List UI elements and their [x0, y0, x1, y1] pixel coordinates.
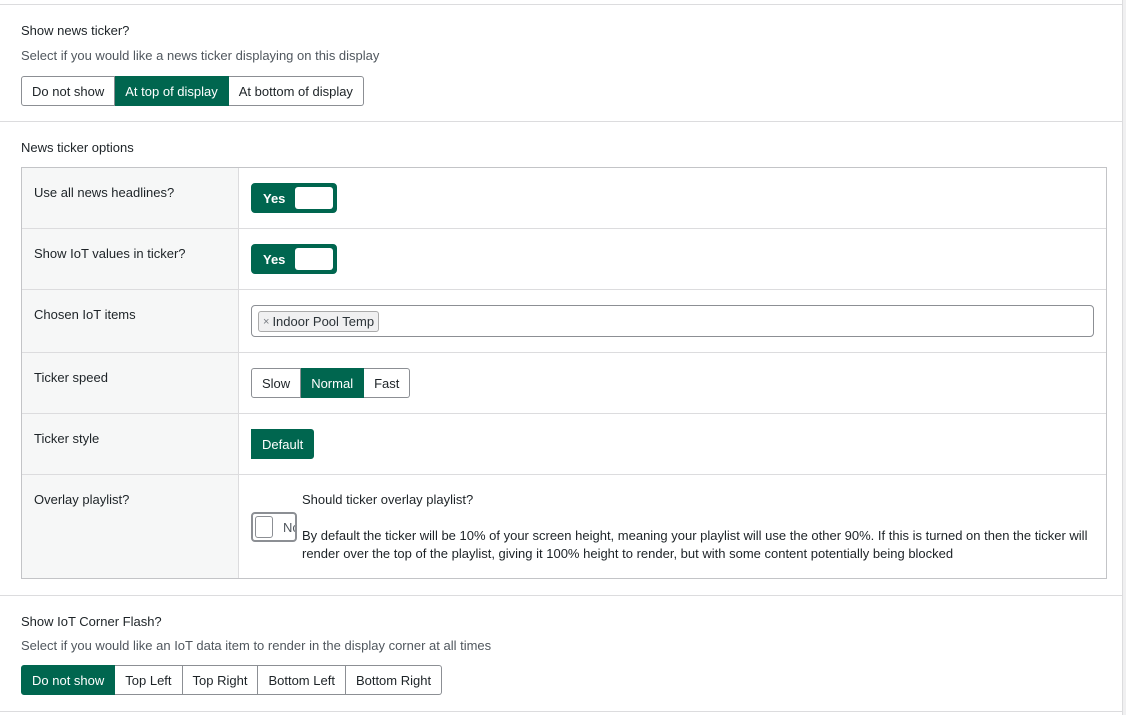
option-row-overlay-playlist: Overlay playlist? Nc Should ticker overl… [22, 475, 1106, 578]
section-divider [0, 595, 1123, 596]
ticker-speed-slow[interactable]: Slow [251, 368, 302, 398]
ticker-speed-group: Slow Normal Fast [251, 368, 411, 398]
option-row-show-iot-values: Show IoT values in ticker? Yes [22, 229, 1106, 290]
corner-flash-option-bottom-left[interactable]: Bottom Left [258, 665, 346, 695]
news-ticker-title: Show news ticker? [21, 23, 130, 38]
corner-flash-title: Show IoT Corner Flash? [21, 614, 162, 629]
corner-flash-option-top-right[interactable]: Top Right [182, 665, 259, 695]
option-label-cell: Ticker speed [22, 353, 239, 413]
option-value-cell: Nc Should ticker overlay playlist? By de… [239, 475, 1106, 578]
bottom-divider [0, 711, 1123, 712]
top-divider [0, 4, 1123, 5]
news-ticker-option-do-not-show[interactable]: Do not show [21, 76, 116, 106]
use-all-headlines-toggle[interactable]: Yes [251, 183, 337, 213]
option-row-chosen-iot-items: Chosen IoT items × Indoor Pool Temp [22, 290, 1106, 353]
corner-flash-description: Select if you would like an IoT data ite… [21, 638, 492, 653]
toggle-knob [295, 187, 333, 209]
corner-flash-option-top-left[interactable]: Top Left [115, 665, 183, 695]
ticker-speed-normal[interactable]: Normal [301, 368, 365, 398]
option-label: Ticker speed [34, 370, 108, 385]
iot-item-tag: × Indoor Pool Temp [258, 311, 380, 332]
option-label-cell: Ticker style [22, 414, 239, 474]
toggle-label: Yes [263, 191, 286, 206]
corner-flash-option-do-not-show[interactable]: Do not show [21, 665, 116, 695]
toggle-knob [255, 516, 273, 538]
option-label: Ticker style [34, 431, 100, 446]
iot-items-select[interactable]: × Indoor Pool Temp [251, 305, 1094, 337]
overlay-playlist-toggle[interactable]: Nc [251, 512, 297, 542]
option-value-cell: Yes [239, 229, 1106, 289]
option-label-cell: Use all news headlines? [22, 168, 239, 228]
ticker-options-table: Use all news headlines? Yes Show IoT val… [21, 167, 1107, 579]
corner-flash-option-bottom-right[interactable]: Bottom Right [345, 665, 443, 695]
ticker-style-group: Default [251, 429, 315, 459]
option-row-ticker-speed: Ticker speed Slow Normal Fast [22, 353, 1106, 414]
ticker-options-title: News ticker options [21, 140, 134, 155]
toggle-knob [295, 248, 333, 270]
option-row-use-all-headlines: Use all news headlines? Yes [22, 168, 1106, 229]
option-label-cell: Overlay playlist? [22, 475, 239, 578]
option-label: Show IoT values in ticker? [34, 246, 186, 261]
option-row-ticker-style: Ticker style Default [22, 414, 1106, 475]
news-ticker-option-top[interactable]: At top of display [115, 76, 229, 106]
toggle-label: Nc [283, 520, 295, 535]
overlay-playlist-help: By default the ticker will be 10% of you… [302, 528, 1088, 561]
option-label: Chosen IoT items [34, 307, 136, 322]
ticker-style-default[interactable]: Default [251, 429, 315, 459]
settings-panel: Show news ticker? Select if you would li… [0, 0, 1123, 715]
tag-label: Indoor Pool Temp [272, 314, 375, 329]
option-label-cell: Chosen IoT items [22, 290, 239, 352]
option-value-cell: Default [239, 414, 1106, 474]
option-value-cell: Slow Normal Fast [239, 353, 1106, 413]
show-iot-values-toggle[interactable]: Yes [251, 244, 337, 274]
option-label: Use all news headlines? [34, 185, 175, 200]
option-value-cell: Yes [239, 168, 1106, 228]
option-value-cell: × Indoor Pool Temp [239, 290, 1106, 352]
overlay-playlist-question: Should ticker overlay playlist? [302, 492, 474, 507]
section-divider [0, 121, 1123, 122]
corner-flash-position-group: Do not show Top Left Top Right Bottom Le… [21, 665, 443, 695]
news-ticker-option-bottom[interactable]: At bottom of display [228, 76, 364, 106]
toggle-label: Yes [263, 252, 286, 267]
remove-tag-icon[interactable]: × [263, 316, 269, 328]
option-label: Overlay playlist? [34, 492, 130, 507]
option-label-cell: Show IoT values in ticker? [22, 229, 239, 289]
news-ticker-description: Select if you would like a news ticker d… [21, 48, 380, 63]
news-ticker-position-group: Do not show At top of display At bottom … [21, 76, 364, 106]
ticker-speed-fast[interactable]: Fast [364, 368, 411, 398]
